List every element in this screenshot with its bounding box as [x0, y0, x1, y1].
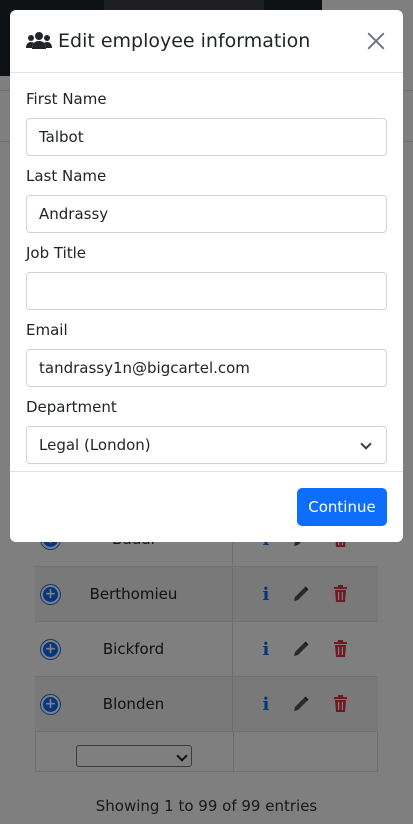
- department-select[interactable]: Legal (London): [26, 426, 387, 464]
- modal-header: Edit employee information: [10, 10, 403, 73]
- close-icon[interactable]: [365, 30, 387, 52]
- modal-title: Edit employee information: [58, 30, 311, 52]
- modal-body: First Name Last Name Job Title Email Dep…: [10, 73, 403, 464]
- job-title-label: Job Title: [26, 244, 87, 262]
- email-label: Email: [26, 321, 68, 339]
- chevron-down-icon: [360, 438, 372, 450]
- job-title-field[interactable]: [26, 272, 387, 310]
- first-name-field[interactable]: [26, 118, 387, 156]
- email-field[interactable]: [26, 349, 387, 387]
- department-selected-value: Legal (London): [39, 436, 151, 454]
- first-name-label: First Name: [26, 90, 107, 108]
- continue-button[interactable]: Continue: [297, 488, 387, 526]
- edit-employee-modal: Edit employee information First Name Las…: [10, 10, 403, 542]
- users-icon: [26, 31, 52, 51]
- last-name-field[interactable]: [26, 195, 387, 233]
- last-name-label: Last Name: [26, 167, 107, 185]
- department-label: Department: [26, 398, 117, 416]
- modal-footer: Continue: [10, 471, 403, 542]
